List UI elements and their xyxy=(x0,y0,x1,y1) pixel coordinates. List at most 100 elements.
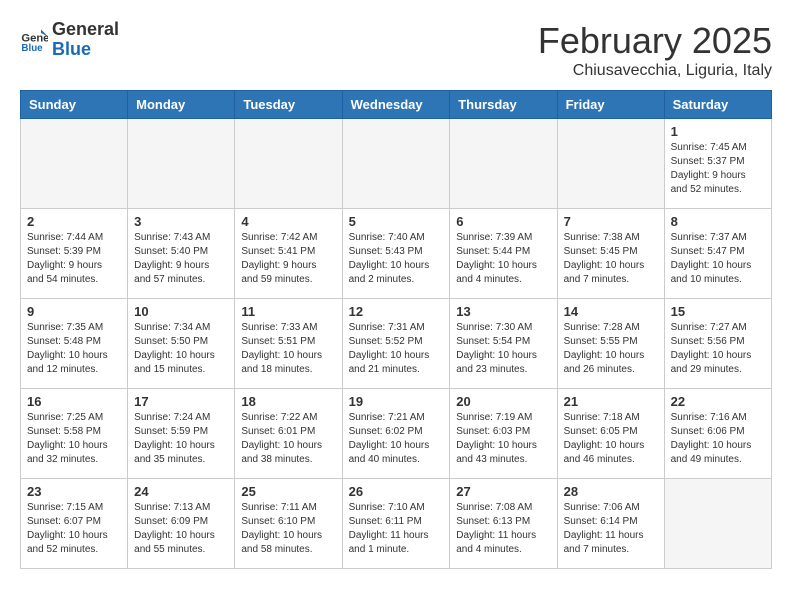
calendar-cell xyxy=(235,119,342,209)
day-number: 14 xyxy=(564,304,658,319)
calendar-cell: 17 Sunrise: 7:24 AMSunset: 5:59 PMDayligh… xyxy=(128,389,235,479)
day-info: Sunrise: 7:11 AMSunset: 6:10 PMDaylight:… xyxy=(241,501,335,557)
day-info: Sunrise: 7:34 AMSunset: 5:50 PMDaylight:… xyxy=(134,321,228,377)
day-info: Sunrise: 7:35 AMSunset: 5:48 PMDaylight:… xyxy=(27,321,121,377)
day-info: Sunrise: 7:42 AMSunset: 5:41 PMDaylight:… xyxy=(241,231,335,287)
weekday-header-thursday: Thursday xyxy=(450,91,557,119)
calendar-cell: 13 Sunrise: 7:30 AMSunset: 5:54 PMDayligh… xyxy=(450,299,557,389)
day-info: Sunrise: 7:08 AMSunset: 6:13 PMDaylight:… xyxy=(456,501,550,557)
day-info: Sunrise: 7:19 AMSunset: 6:03 PMDaylight:… xyxy=(456,411,550,467)
calendar-week-row: 23Sunrise: 7:15 AMSunset: 6:07 PMDayligh… xyxy=(21,479,772,569)
day-number: 8 xyxy=(671,214,765,229)
calendar-week-row: 9 Sunrise: 7:35 AMSunset: 5:48 PMDaylight… xyxy=(21,299,772,389)
logo-general: General xyxy=(52,20,119,40)
day-info: Sunrise: 7:25 AMSunset: 5:58 PMDaylight:… xyxy=(27,411,121,467)
day-info: Sunrise: 7:38 AMSunset: 5:45 PMDaylight:… xyxy=(564,231,658,287)
calendar-cell: 8 Sunrise: 7:37 AMSunset: 5:47 PMDaylight… xyxy=(664,209,771,299)
calendar-cell xyxy=(557,119,664,209)
calendar-cell xyxy=(128,119,235,209)
day-info: Sunrise: 7:33 AMSunset: 5:51 PMDaylight:… xyxy=(241,321,335,377)
weekday-header-sunday: Sunday xyxy=(21,91,128,119)
day-number: 1 xyxy=(671,124,765,139)
calendar-title: February 2025 xyxy=(538,20,772,62)
weekday-header-wednesday: Wednesday xyxy=(342,91,450,119)
day-number: 10 xyxy=(134,304,228,319)
calendar-cell xyxy=(21,119,128,209)
day-number: 25 xyxy=(241,484,335,499)
day-info: Sunrise: 7:10 AMSunset: 6:11 PMDaylight:… xyxy=(349,501,444,557)
day-number: 24 xyxy=(134,484,228,499)
calendar-week-row: 16 Sunrise: 7:25 AMSunset: 5:58 PMDayligh… xyxy=(21,389,772,479)
calendar-cell: 7 Sunrise: 7:38 AMSunset: 5:45 PMDaylight… xyxy=(557,209,664,299)
calendar-cell: 3 Sunrise: 7:43 AMSunset: 5:40 PMDaylight… xyxy=(128,209,235,299)
day-info: Sunrise: 7:24 AMSunset: 5:59 PMDaylight:… xyxy=(134,411,228,467)
day-number: 19 xyxy=(349,394,444,409)
title-area: February 2025 Chiusavecchia, Liguria, It… xyxy=(538,20,772,80)
calendar-week-row: 1 Sunrise: 7:45 AMSunset: 5:37 PMDaylight… xyxy=(21,119,772,209)
svg-text:Blue: Blue xyxy=(21,43,43,54)
day-number: 11 xyxy=(241,304,335,319)
day-info: Sunrise: 7:28 AMSunset: 5:55 PMDaylight:… xyxy=(564,321,658,377)
calendar-cell: 23Sunrise: 7:15 AMSunset: 6:07 PMDayligh… xyxy=(21,479,128,569)
calendar-cell: 15 Sunrise: 7:27 AMSunset: 5:56 PMDayligh… xyxy=(664,299,771,389)
calendar-cell: 27 Sunrise: 7:08 AMSunset: 6:13 PMDayligh… xyxy=(450,479,557,569)
day-number: 12 xyxy=(349,304,444,319)
day-number: 26 xyxy=(349,484,444,499)
day-info: Sunrise: 7:31 AMSunset: 5:52 PMDaylight:… xyxy=(349,321,444,377)
weekday-header-friday: Friday xyxy=(557,91,664,119)
day-info: Sunrise: 7:39 AMSunset: 5:44 PMDaylight:… xyxy=(456,231,550,287)
day-number: 13 xyxy=(456,304,550,319)
day-info: Sunrise: 7:44 AMSunset: 5:39 PMDaylight:… xyxy=(27,231,121,287)
weekday-header-saturday: Saturday xyxy=(664,91,771,119)
calendar-cell: 14 Sunrise: 7:28 AMSunset: 5:55 PMDayligh… xyxy=(557,299,664,389)
logo: General Blue General Blue xyxy=(20,20,119,60)
calendar-cell: 28Sunrise: 7:06 AMSunset: 6:14 PMDayligh… xyxy=(557,479,664,569)
day-number: 21 xyxy=(564,394,658,409)
calendar-cell xyxy=(664,479,771,569)
calendar-cell: 19 Sunrise: 7:21 AMSunset: 6:02 PMDayligh… xyxy=(342,389,450,479)
calendar-cell: 12 Sunrise: 7:31 AMSunset: 5:52 PMDayligh… xyxy=(342,299,450,389)
day-number: 9 xyxy=(27,304,121,319)
calendar-cell: 6 Sunrise: 7:39 AMSunset: 5:44 PMDaylight… xyxy=(450,209,557,299)
day-number: 7 xyxy=(564,214,658,229)
day-number: 22 xyxy=(671,394,765,409)
calendar-cell: 4 Sunrise: 7:42 AMSunset: 5:41 PMDaylight… xyxy=(235,209,342,299)
day-number: 15 xyxy=(671,304,765,319)
day-info: Sunrise: 7:22 AMSunset: 6:01 PMDaylight:… xyxy=(241,411,335,467)
day-info: Sunrise: 7:18 AMSunset: 6:05 PMDaylight:… xyxy=(564,411,658,467)
calendar-cell: 16 Sunrise: 7:25 AMSunset: 5:58 PMDayligh… xyxy=(21,389,128,479)
day-info: Sunrise: 7:27 AMSunset: 5:56 PMDaylight:… xyxy=(671,321,765,377)
calendar-cell: 24 Sunrise: 7:13 AMSunset: 6:09 PMDayligh… xyxy=(128,479,235,569)
day-number: 2 xyxy=(27,214,121,229)
day-number: 4 xyxy=(241,214,335,229)
day-number: 18 xyxy=(241,394,335,409)
calendar-cell: 21 Sunrise: 7:18 AMSunset: 6:05 PMDayligh… xyxy=(557,389,664,479)
calendar-cell: 5Sunrise: 7:40 AMSunset: 5:43 PMDaylight… xyxy=(342,209,450,299)
page-header: General Blue General Blue February 2025 … xyxy=(20,20,772,80)
calendar-cell: 11 Sunrise: 7:33 AMSunset: 5:51 PMDayligh… xyxy=(235,299,342,389)
day-number: 17 xyxy=(134,394,228,409)
calendar-cell: 18 Sunrise: 7:22 AMSunset: 6:01 PMDayligh… xyxy=(235,389,342,479)
calendar-cell: 1 Sunrise: 7:45 AMSunset: 5:37 PMDaylight… xyxy=(664,119,771,209)
day-info: Sunrise: 7:30 AMSunset: 5:54 PMDaylight:… xyxy=(456,321,550,377)
day-number: 27 xyxy=(456,484,550,499)
logo-blue: Blue xyxy=(52,40,119,60)
day-info: Sunrise: 7:16 AMSunset: 6:06 PMDaylight:… xyxy=(671,411,765,467)
day-number: 20 xyxy=(456,394,550,409)
day-info: Sunrise: 7:43 AMSunset: 5:40 PMDaylight:… xyxy=(134,231,228,287)
calendar-cell: 9 Sunrise: 7:35 AMSunset: 5:48 PMDaylight… xyxy=(21,299,128,389)
calendar-cell: 2 Sunrise: 7:44 AMSunset: 5:39 PMDaylight… xyxy=(21,209,128,299)
day-number: 23 xyxy=(27,484,121,499)
calendar-week-row: 2 Sunrise: 7:44 AMSunset: 5:39 PMDaylight… xyxy=(21,209,772,299)
day-info: Sunrise: 7:45 AMSunset: 5:37 PMDaylight:… xyxy=(671,141,765,197)
day-number: 5 xyxy=(349,214,444,229)
day-info: Sunrise: 7:13 AMSunset: 6:09 PMDaylight:… xyxy=(134,501,228,557)
weekday-header-tuesday: Tuesday xyxy=(235,91,342,119)
weekday-header-monday: Monday xyxy=(128,91,235,119)
logo-icon: General Blue xyxy=(20,26,48,54)
day-number: 16 xyxy=(27,394,121,409)
day-number: 6 xyxy=(456,214,550,229)
day-info: Sunrise: 7:37 AMSunset: 5:47 PMDaylight:… xyxy=(671,231,765,287)
day-number: 3 xyxy=(134,214,228,229)
day-info: Sunrise: 7:21 AMSunset: 6:02 PMDaylight:… xyxy=(349,411,444,467)
